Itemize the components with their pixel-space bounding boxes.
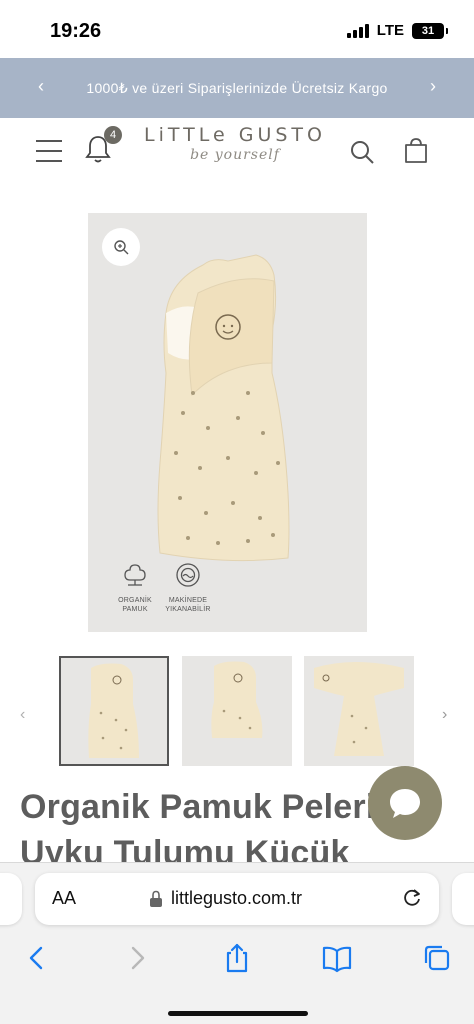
logo-wordmark: LiTTLe GUSTO — [144, 124, 326, 146]
status-time: 19:26 — [50, 20, 102, 42]
hamburger-menu-icon[interactable] — [36, 140, 62, 162]
tabs-icon[interactable] — [420, 941, 454, 975]
status-bar: 19:26 LTE 31 — [0, 0, 474, 58]
next-tab-preview[interactable] — [452, 873, 474, 925]
thumbnail-prev-chevron-icon[interactable]: ‹ — [20, 706, 25, 724]
chevron-left-icon[interactable]: ‹ — [38, 76, 44, 97]
feature-badge: MAKİNEDE YIKANABİLİR — [163, 561, 213, 614]
battery-level: 31 — [421, 24, 435, 37]
bookmarks-icon[interactable] — [320, 941, 354, 975]
browser-nav-row — [0, 939, 474, 979]
lock-icon — [149, 890, 163, 908]
logo-tagline: be yourself — [190, 147, 280, 163]
share-icon[interactable] — [220, 941, 254, 975]
battery-icon: 31 — [412, 22, 448, 39]
brand-logo[interactable]: LiTTLe GUSTO be yourself — [140, 122, 330, 182]
search-icon[interactable] — [348, 138, 376, 166]
reload-icon[interactable] — [401, 887, 423, 909]
zoom-in-icon[interactable] — [102, 228, 140, 266]
back-icon[interactable] — [20, 941, 54, 975]
site-header: LiTTLe GUSTO be yourself — [0, 118, 474, 190]
reader-aa-button[interactable]: AA — [52, 888, 76, 909]
badge-label: ORGANİK PAMUK — [118, 597, 152, 613]
browser-toolbar: AA littlegusto.com.tr — [0, 862, 474, 1024]
url-text[interactable]: littlegusto.com.tr — [171, 888, 302, 909]
product-thumbnail[interactable] — [182, 656, 292, 766]
home-indicator — [168, 1011, 308, 1016]
address-bar[interactable]: AA littlegusto.com.tr — [35, 873, 439, 925]
status-indicators: LTE 31 — [346, 22, 448, 39]
product-feature-badges: ORGANİK PAMUK MAKİNEDE YIKANABİLİR — [110, 561, 220, 621]
forward-icon[interactable] — [120, 941, 154, 975]
chat-bubble-icon[interactable] — [368, 766, 442, 840]
product-thumbnail[interactable] — [304, 656, 414, 766]
product-main-image[interactable]: ORGANİK PAMUK MAKİNEDE YIKANABİLİR — [88, 213, 367, 632]
chevron-right-icon[interactable]: › — [430, 76, 436, 97]
thumbnail-next-chevron-icon[interactable]: › — [442, 706, 447, 724]
cotton-flower-icon — [124, 564, 146, 586]
announcement-bar: ‹ 1000₺ ve üzeri Siparişlerinizde Ücrets… — [0, 58, 474, 118]
badge-label: MAKİNEDE YIKANABİLİR — [165, 597, 211, 613]
cart-bag-icon[interactable] — [402, 136, 430, 166]
feature-badge: ORGANİK PAMUK — [110, 561, 160, 614]
product-thumbnail[interactable] — [59, 656, 169, 766]
signal-icon — [346, 23, 369, 38]
notification-count-badge: 4 — [104, 126, 122, 144]
previous-tab-preview[interactable] — [0, 873, 22, 925]
page: 19:26 LTE 31 ‹ 1000₺ ve üzeri Siparişler… — [0, 0, 474, 1024]
network-label: LTE — [376, 22, 404, 39]
announcement-text: 1000₺ ve üzeri Siparişlerinizde Ücretsiz… — [86, 79, 388, 96]
washing-machine-icon — [176, 563, 200, 587]
